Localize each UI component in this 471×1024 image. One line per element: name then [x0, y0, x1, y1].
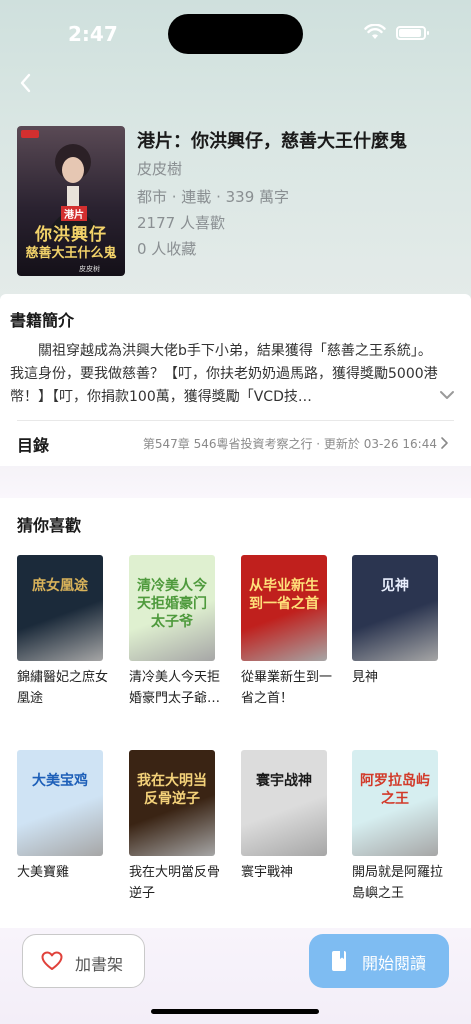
recommend-cover-text: 大美宝鸡 [32, 773, 88, 789]
recommend-cover-text: 寰宇战神 [256, 773, 312, 789]
start-reading-label: 開始閱讀 [362, 954, 427, 973]
add-to-shelf-label: 加書架 [75, 955, 124, 974]
recommend-book-name: 錦繡醫妃之庶女凰途 [17, 670, 109, 706]
cover-tag: 港片 [61, 206, 87, 221]
book-title: 港片：你洪興仔，慈善大王什麼鬼 [137, 131, 407, 152]
heart-icon [41, 951, 63, 970]
book-collects: 0 人收藏 [137, 240, 197, 258]
recommend-book-cover: 见神 [352, 555, 438, 661]
status-time: 2:47 [68, 22, 118, 46]
recommend-cover-text: 见神 [381, 578, 409, 594]
recommend-book-card[interactable]: 从毕业新生到一省之首 從畢業新生到一省之首！ [241, 555, 337, 709]
recommend-book-card[interactable]: 见神見神 [352, 555, 448, 709]
recommend-book-cover: 从毕业新生到一省之首 [241, 555, 327, 661]
intro-text: 關祖穿越成為洪興大佬b手下小弟，結果獲得「慈善之王系統」。我這身份，要我做慈善？… [10, 343, 438, 405]
section-gap [0, 466, 471, 498]
recommend-book-name: 我在大明當反骨逆子 [129, 865, 221, 901]
recommend-book-card[interactable]: 庶女凰途錦繡醫妃之庶女凰途 [17, 555, 113, 709]
status-bar: 2:47 [0, 0, 471, 62]
recommend-book-card[interactable]: 阿罗拉岛屿之王 開局就是阿羅拉島嶼之王 [352, 750, 448, 904]
recommend-cover-text: 阿罗拉岛屿之王 [360, 773, 430, 807]
book-author[interactable]: 皮皮樹 [137, 158, 182, 179]
recommend-book-cover: 清冷美人今天拒婚豪门太子爷 [129, 555, 215, 661]
battery-icon [396, 26, 429, 40]
table-of-contents-row[interactable]: 目錄 第547章 546粵省投資考察之行 · 更新於 03-26 16:44 [0, 422, 471, 464]
recommend-book-name: 見神 [352, 670, 379, 685]
recommend-book-name: 開局就是阿羅拉島嶼之王 [352, 865, 444, 901]
start-reading-button[interactable]: 開始閱讀 [309, 934, 449, 988]
recommend-book-card[interactable]: 大美宝鸡大美寶雞 [17, 750, 113, 904]
book-meta: 都市 · 連載 · 339 萬字 [137, 188, 290, 206]
recommend-title: 猜你喜歡 [17, 516, 82, 535]
recommend-book-name: 寰宇戰神 [241, 865, 294, 880]
chevron-right-icon [441, 437, 448, 449]
recommend-book-name: 清冷美人今天拒婚豪門太子爺… [129, 670, 221, 706]
toc-label: 目錄 [17, 436, 50, 455]
recommend-book-cover: 我在大明当反骨逆子 [129, 750, 215, 856]
back-button[interactable] [14, 68, 38, 98]
recommend-book-card[interactable]: 寰宇战神寰宇戰神 [241, 750, 337, 904]
recommend-book-card[interactable]: 我在大明当反骨逆子 我在大明當反骨逆子 [129, 750, 225, 904]
recommend-cover-text: 清冷美人今天拒婚豪门太子爷 [137, 578, 207, 630]
add-to-shelf-button[interactable]: 加書架 [22, 934, 145, 988]
recommend-book-cover: 寰宇战神 [241, 750, 327, 856]
intro-title: 書籍簡介 [10, 311, 75, 330]
book-cover: 港片 你洪興仔 慈善大王什么鬼 皮皮树 [17, 126, 125, 276]
recommend-cover-text: 庶女凰途 [32, 578, 88, 594]
book-icon [332, 951, 346, 971]
recommend-cover-text: 我在大明当反骨逆子 [137, 773, 207, 807]
home-indicator [151, 1009, 319, 1014]
recommend-book-name: 從畢業新生到一省之首！ [241, 670, 333, 706]
chevron-down-icon[interactable] [438, 388, 456, 402]
recommend-cover-text: 从毕业新生到一省之首 [249, 578, 319, 612]
toc-latest-chapter: 第547章 546粵省投資考察之行 · 更新於 03-26 16:44 [142, 437, 437, 451]
recommend-book-card[interactable]: 清冷美人今天拒婚豪门太子爷清冷美人今天拒婚豪門太子爺… [129, 555, 225, 709]
wifi-icon [364, 24, 386, 39]
recommend-book-cover: 大美宝鸡 [17, 750, 103, 856]
dynamic-island [168, 14, 303, 54]
cover-title-line2: 慈善大王什么鬼 [25, 246, 117, 261]
recommend-book-cover: 庶女凰途 [17, 555, 103, 661]
recommend-book-name: 大美寶雞 [17, 865, 70, 880]
recommend-book-cover: 阿罗拉岛屿之王 [352, 750, 438, 856]
cover-author: 皮皮树 [79, 265, 100, 273]
book-likes: 2177 人喜歡 [137, 214, 225, 232]
divider [17, 420, 454, 421]
